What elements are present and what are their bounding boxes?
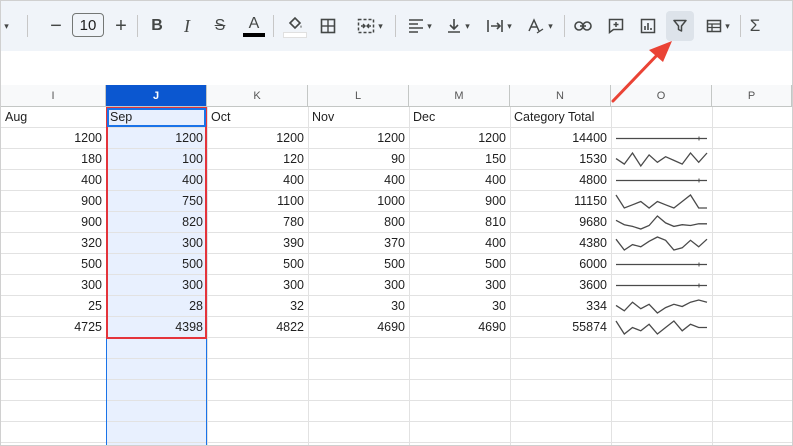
sparkline [615, 215, 707, 230]
chevron-down-icon: ▾ [427, 20, 432, 31]
sheet-grid: I J K L M N O P Aug Sep Oct Nov Dec Category … [1, 85, 792, 445]
chevron-down-icon: ▾ [725, 20, 730, 31]
increase-font-size-button[interactable]: + [110, 11, 132, 41]
insert-comment-button[interactable] [603, 11, 629, 41]
text-rotation-button[interactable]: ▾ [522, 11, 558, 41]
vertical-align-button[interactable]: ▾ [441, 11, 475, 41]
decrease-font-size-button[interactable]: − [45, 11, 67, 41]
toolbar-divider [273, 15, 274, 37]
formula-bar-area [1, 51, 792, 86]
toolbar-divider [27, 15, 28, 37]
vertical-align-icon [448, 19, 461, 33]
font-size-input[interactable]: 10 [72, 13, 104, 37]
insert-chart-button[interactable] [635, 11, 661, 41]
create-filter-button[interactable] [666, 11, 694, 41]
sparkline [615, 151, 708, 168]
toolbar-divider [740, 15, 741, 37]
functions-button[interactable]: Σ [744, 11, 766, 41]
filter-views-icon [706, 19, 722, 33]
sparkline [615, 194, 707, 209]
chevron-down-icon: ▾ [507, 20, 512, 31]
merge-cells-icon [357, 18, 375, 34]
text-color-swatch [243, 32, 265, 37]
borders-icon [320, 18, 336, 34]
fill-color-icon [288, 16, 302, 29]
chevron-down-icon: ▾ [465, 20, 470, 31]
strikethrough-button[interactable]: S [207, 11, 233, 41]
toolbar: ▾ − 10 + B I S A ▾ ▾ ▾ ▾ ▾ ▾ Σ [1, 1, 792, 51]
filter-views-button[interactable]: ▾ [700, 11, 736, 41]
merge-cells-button[interactable]: ▾ [350, 11, 390, 41]
text-wrapping-button[interactable]: ▾ [481, 11, 517, 41]
fill-color-swatch [283, 31, 307, 38]
filter-icon [673, 19, 687, 32]
spreadsheet-window: ▾ − 10 + B I S A ▾ ▾ ▾ ▾ ▾ ▾ Σ I J K L M… [0, 0, 793, 446]
sparkline [615, 236, 708, 251]
text-color-icon: A [248, 14, 260, 32]
overflow-caret[interactable]: ▾ [1, 11, 9, 41]
active-cell-cursor [107, 108, 206, 127]
italic-button[interactable]: I [175, 11, 199, 41]
chevron-down-icon: ▾ [548, 20, 553, 31]
text-color-button[interactable]: A [241, 11, 267, 41]
sep-selection-outline [106, 107, 207, 339]
fill-color-button[interactable] [282, 11, 308, 41]
bold-button[interactable]: B [145, 11, 169, 41]
chart-icon [640, 18, 656, 34]
horizontal-align-button[interactable]: ▾ [403, 11, 437, 41]
toolbar-divider [564, 15, 565, 37]
sparkline [615, 299, 708, 314]
text-rotation-icon [528, 18, 544, 34]
sparkline [615, 320, 707, 335]
chevron-down-icon: ▾ [378, 20, 383, 31]
text-wrapping-icon [487, 20, 504, 32]
toolbar-divider [137, 15, 138, 37]
link-icon [574, 21, 592, 31]
horizontal-align-icon [409, 19, 424, 33]
comment-icon [608, 18, 624, 34]
toolbar-divider [395, 15, 396, 37]
borders-button[interactable] [316, 11, 340, 41]
insert-link-button[interactable] [570, 11, 596, 41]
